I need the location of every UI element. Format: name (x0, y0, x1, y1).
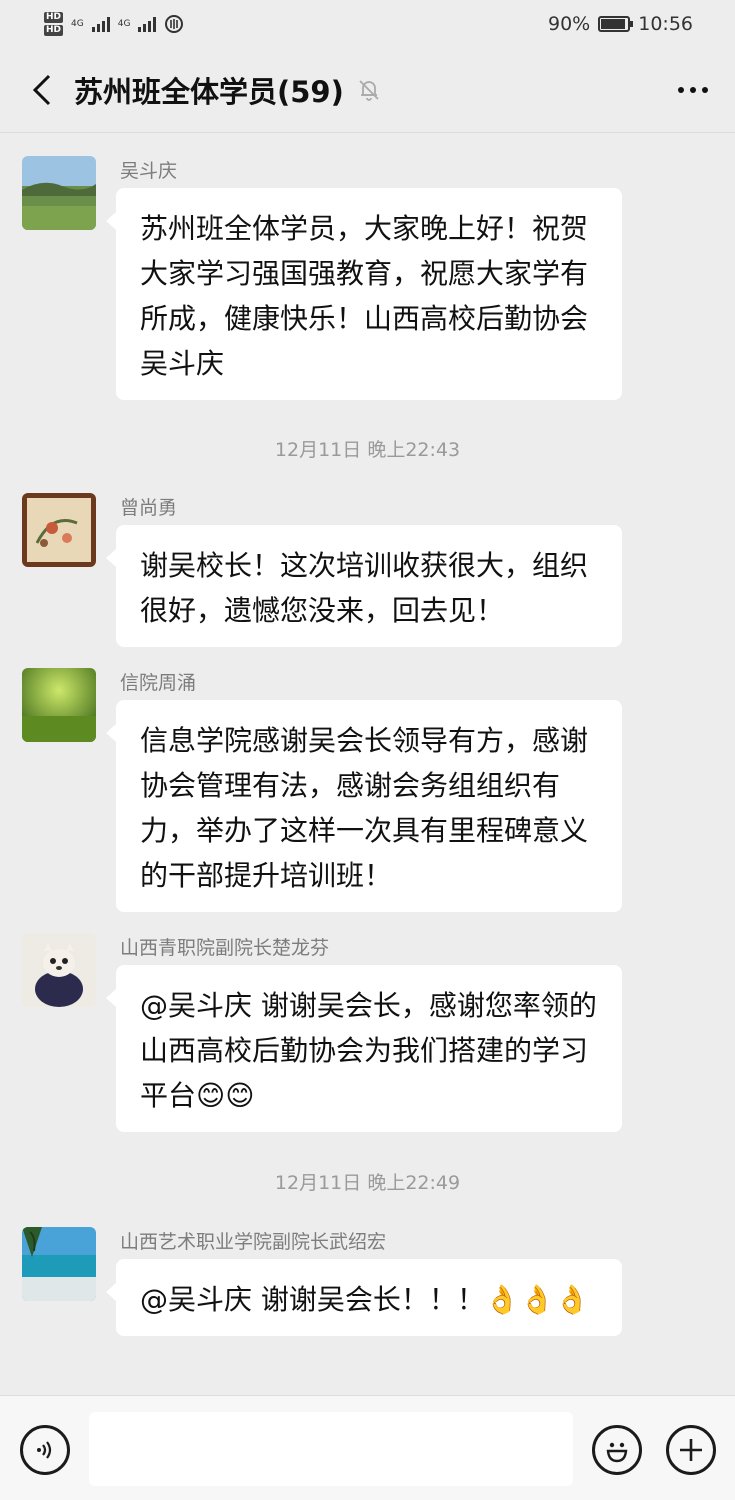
battery-icon (598, 16, 634, 32)
more-dots-icon[interactable] (673, 70, 713, 110)
bell-off-icon (359, 80, 379, 101)
network-label-1: 4G (71, 19, 84, 29)
status-bar: HD HD 4G 4G 90% 10:56 (0, 0, 735, 48)
timestamp: 12月11日 晚上22:43 (274, 439, 461, 461)
message-bubble[interactable]: @吴斗庆 谢谢吴会长！！！👌👌👌 (106, 1259, 622, 1336)
signal-icon (91, 16, 110, 32)
sender-name: 山西青职院副院长楚龙芬 (120, 937, 330, 959)
chat-title: 苏州班全体学员(59) (74, 75, 344, 109)
message-item: 信院周涌 信息学院感谢吴会长领导有方，感谢协会管理有法，感谢会务组组织有力，举办… (22, 668, 722, 913)
signal-icon-2 (138, 16, 157, 32)
message-item: 山西青职院副院长楚龙芬 @吴斗庆 谢谢吴会长，感谢您率领的山西高校后勤协会为我们… (22, 933, 722, 1133)
avatar[interactable] (22, 668, 96, 742)
message-item: 曾尚勇 谢吴校长！这次培训收获很大，组织很好，遗憾您没来，回去见！ (22, 493, 722, 653)
clock: 10:56 (638, 13, 693, 35)
network-label-2: 4G (117, 19, 131, 29)
battery-percent: 90% (548, 13, 591, 35)
message-item: 吴斗庆 苏州班全体学员，大家晚上好！祝贺大家学习强国强教育，祝愿大家学有所成，健… (22, 156, 722, 401)
message-bubble[interactable]: @吴斗庆 谢谢吴会长，感谢您率领的山西高校后勤协会为我们搭建的学习平台😊😊 (106, 965, 622, 1132)
emoji-icon[interactable] (592, 1425, 642, 1475)
chat-area[interactable]: 吴斗庆 苏州班全体学员，大家晚上好！祝贺大家学习强国强教育，祝愿大家学有所成，健… (0, 133, 735, 1395)
chevron-left-icon[interactable] (22, 70, 62, 110)
status-right: 90% 10:56 (548, 13, 693, 35)
nfc-icon (165, 15, 184, 33)
voice-icon[interactable] (20, 1425, 70, 1475)
avatar[interactable] (22, 156, 96, 230)
avatar[interactable] (22, 493, 96, 567)
avatar[interactable] (22, 933, 96, 1007)
sender-name: 吴斗庆 (120, 160, 178, 182)
input-bar (0, 1395, 735, 1500)
message-bubble[interactable]: 苏州班全体学员，大家晚上好！祝贺大家学习强国强教育，祝愿大家学有所成，健康快乐！… (106, 188, 622, 400)
plus-icon[interactable] (666, 1425, 716, 1475)
avatar[interactable] (22, 1227, 96, 1301)
message-bubble[interactable]: 谢吴校长！这次培训收获很大，组织很好，遗憾您没来，回去见！ (106, 525, 622, 647)
sender-name: 信院周涌 (120, 672, 197, 694)
message-input[interactable] (89, 1412, 573, 1486)
sender-name: 曾尚勇 (120, 497, 178, 519)
message-bubble[interactable]: 信息学院感谢吴会长领导有方，感谢协会管理有法，感谢会务组组织有力，举办了这样一次… (106, 700, 622, 912)
hd-icon: HD HD (44, 12, 64, 36)
sender-name: 山西艺术职业学院副院长武绍宏 (120, 1231, 387, 1253)
message-item: 山西艺术职业学院副院长武绍宏 @吴斗庆 谢谢吴会长！！！👌👌👌 (22, 1227, 722, 1387)
timestamp: 12月11日 晚上22:49 (274, 1172, 461, 1194)
chat-header: 苏州班全体学员(59) (0, 48, 735, 132)
status-left: HD HD 4G 4G (44, 12, 184, 36)
